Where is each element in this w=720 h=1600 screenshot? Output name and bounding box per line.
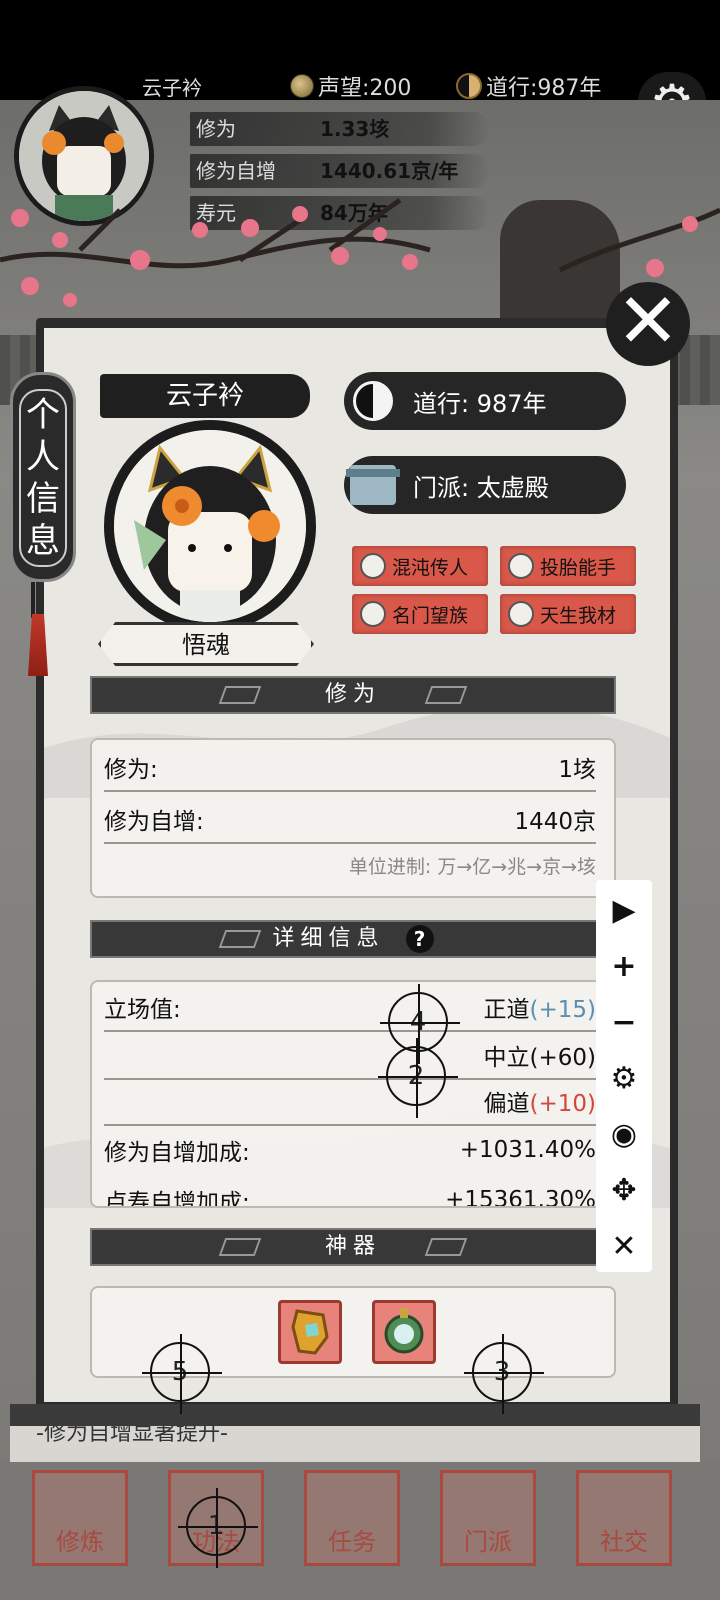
close-icon[interactable]: ✕ [606,282,690,366]
trait-badge[interactable]: 混沌传人 [352,546,488,586]
trait-badge[interactable]: 名门望族 [352,594,488,634]
help-icon[interactable]: ? [405,925,434,953]
trait-label: 名门望族 [392,604,469,627]
row-label: 修为自增: [104,809,204,835]
gear-icon[interactable]: ⚙ [596,1050,652,1106]
section-header-cultivation: 修为 [90,676,616,714]
target-marker[interactable]: 3 [464,1334,544,1414]
section-title: 详细信息 [272,926,385,951]
panel-bottom-rod [10,1404,700,1426]
row-value: 1垓 [558,757,596,783]
nav-sect[interactable]: 门派 [440,1470,536,1566]
character-avatar-icon [114,430,306,622]
bonus-label: 修为自增加成: [104,1140,250,1166]
target-marker[interactable]: 2 [378,1038,458,1118]
eye-icon[interactable]: ◉ [596,1106,652,1162]
hud-player-name: 云子衿 [142,76,202,100]
trait-label: 天生我材 [540,604,617,627]
side-tab-char: 信 [26,479,60,519]
pouch-icon [360,601,386,627]
realm-label: 悟魂 [98,622,314,666]
artifact-gauntlet-icon[interactable] [278,1300,342,1364]
artifact-mirror-icon[interactable] [372,1300,436,1364]
side-tab-char: 个 [26,395,60,435]
bonus-row: 修为自增加成: +1031.40% [104,1126,596,1174]
stance-name: 偏道 [483,1091,530,1117]
cultivation-row: 修为自增: 1440京 [104,796,596,844]
stance-bonus: (+10) [529,1091,596,1117]
sect-text: 门派: 太虚殿 [413,473,549,502]
row-label: 修为: [104,757,158,783]
row-value: 1440京 [514,809,596,835]
stance-name: 中立 [483,1045,530,1071]
hud-reputation: 声望:200 [290,70,411,102]
stance-row: 立场值: 正道(+15) [104,984,596,1032]
target-marker[interactable]: 4 [380,984,460,1064]
target-marker[interactable]: 5 [142,1334,222,1414]
section-header-details: 详细信息 ? [90,920,616,958]
bonus-row-cut: 卢寿自增加成: +15361.30% [104,1176,596,1208]
trait-label: 投胎能手 [540,556,617,579]
stance-row: 偏道(+10) [104,1078,596,1126]
tassel-cord [31,582,35,618]
bonus-value: +15361.30% [445,1187,596,1208]
section-title: 神器 [324,1234,381,1259]
cultivation-card: 修为: 1垓 修为自增: 1440京 单位进制: 万→亿→兆→京→垓 [90,738,616,898]
play-icon[interactable]: ▶ [596,882,652,938]
section-title: 修为 [324,682,381,707]
stance-name: 正道 [483,997,530,1023]
stance-label: 立场值: [104,997,181,1023]
yin-yang-icon [456,73,482,99]
character-name: 云子衿 [100,374,310,418]
close-icon[interactable]: ✕ [596,1218,652,1274]
bottom-nav: 修炼 功法 任务 门派 社交 [0,1462,720,1600]
hud-stat-label: 修为 [196,116,236,141]
nav-social[interactable]: 社交 [576,1470,672,1566]
hud-dao-text: 道行:987年 [486,76,602,101]
stance-bonus: (+60) [529,1045,596,1071]
hud-reputation-text: 声望:200 [318,76,412,101]
hud-stat-label: 修为自增 [196,158,276,183]
temple-icon [346,465,400,505]
pouch-icon [508,601,534,627]
sect-pill: 门派: 太虚殿 [344,456,626,514]
trait-badge[interactable]: 天生我材 [500,594,636,634]
hud-stat-row: 修为自增 1440.61京/年 [190,148,490,190]
side-tab-char: 人 [26,437,60,477]
coin-icon [290,74,314,98]
dao-pill: 道行: 987年 [344,372,626,430]
trait-badge[interactable]: 投胎能手 [500,546,636,586]
nav-cultivate[interactable]: 修炼 [32,1470,128,1566]
hud-stat-value: 1440.61京/年 [320,158,459,183]
tab-personal-info[interactable]: 个 人 信 息 [10,372,76,582]
notification-ticker: -修为自增显著提升- [10,1426,700,1462]
section-header-artifacts: 神器 [90,1228,616,1266]
pouch-icon [360,553,386,579]
unit-hint: 单位进制: 万→亿→兆→京→垓 [348,856,596,878]
cultivation-row: 修为: 1垓 [104,744,596,792]
floating-control-strip: ▶ + − ⚙ ◉ ✥ ✕ [596,880,652,1272]
hud-stat-row: 修为 1.33垓 [190,106,490,148]
zoom-out-icon[interactable]: − [596,994,652,1050]
target-marker[interactable]: 1 [178,1488,258,1568]
move-icon[interactable]: ✥ [596,1162,652,1218]
character-portrait [104,420,316,632]
stance-row: 中立(+60) [104,1032,596,1080]
zoom-in-icon[interactable]: + [596,938,652,994]
details-card: 立场值: 正道(+15) 中立(+60) 偏道(+10) 修为自增加成: +10… [90,980,616,1208]
dao-text: 道行: 987年 [413,389,547,418]
bonus-value: +1031.40% [459,1137,596,1163]
yin-yang-icon [353,381,393,421]
hud-stat-value: 1.33垓 [320,116,390,141]
nav-tasks[interactable]: 任务 [304,1470,400,1566]
pouch-icon [508,553,534,579]
trait-label: 混沌传人 [392,556,469,579]
side-tab-char: 息 [26,521,60,561]
stance-bonus: (+15) [529,997,596,1023]
hud-dao: 道行:987年 [456,70,601,102]
bonus-label: 卢寿自增加成: [104,1190,250,1208]
